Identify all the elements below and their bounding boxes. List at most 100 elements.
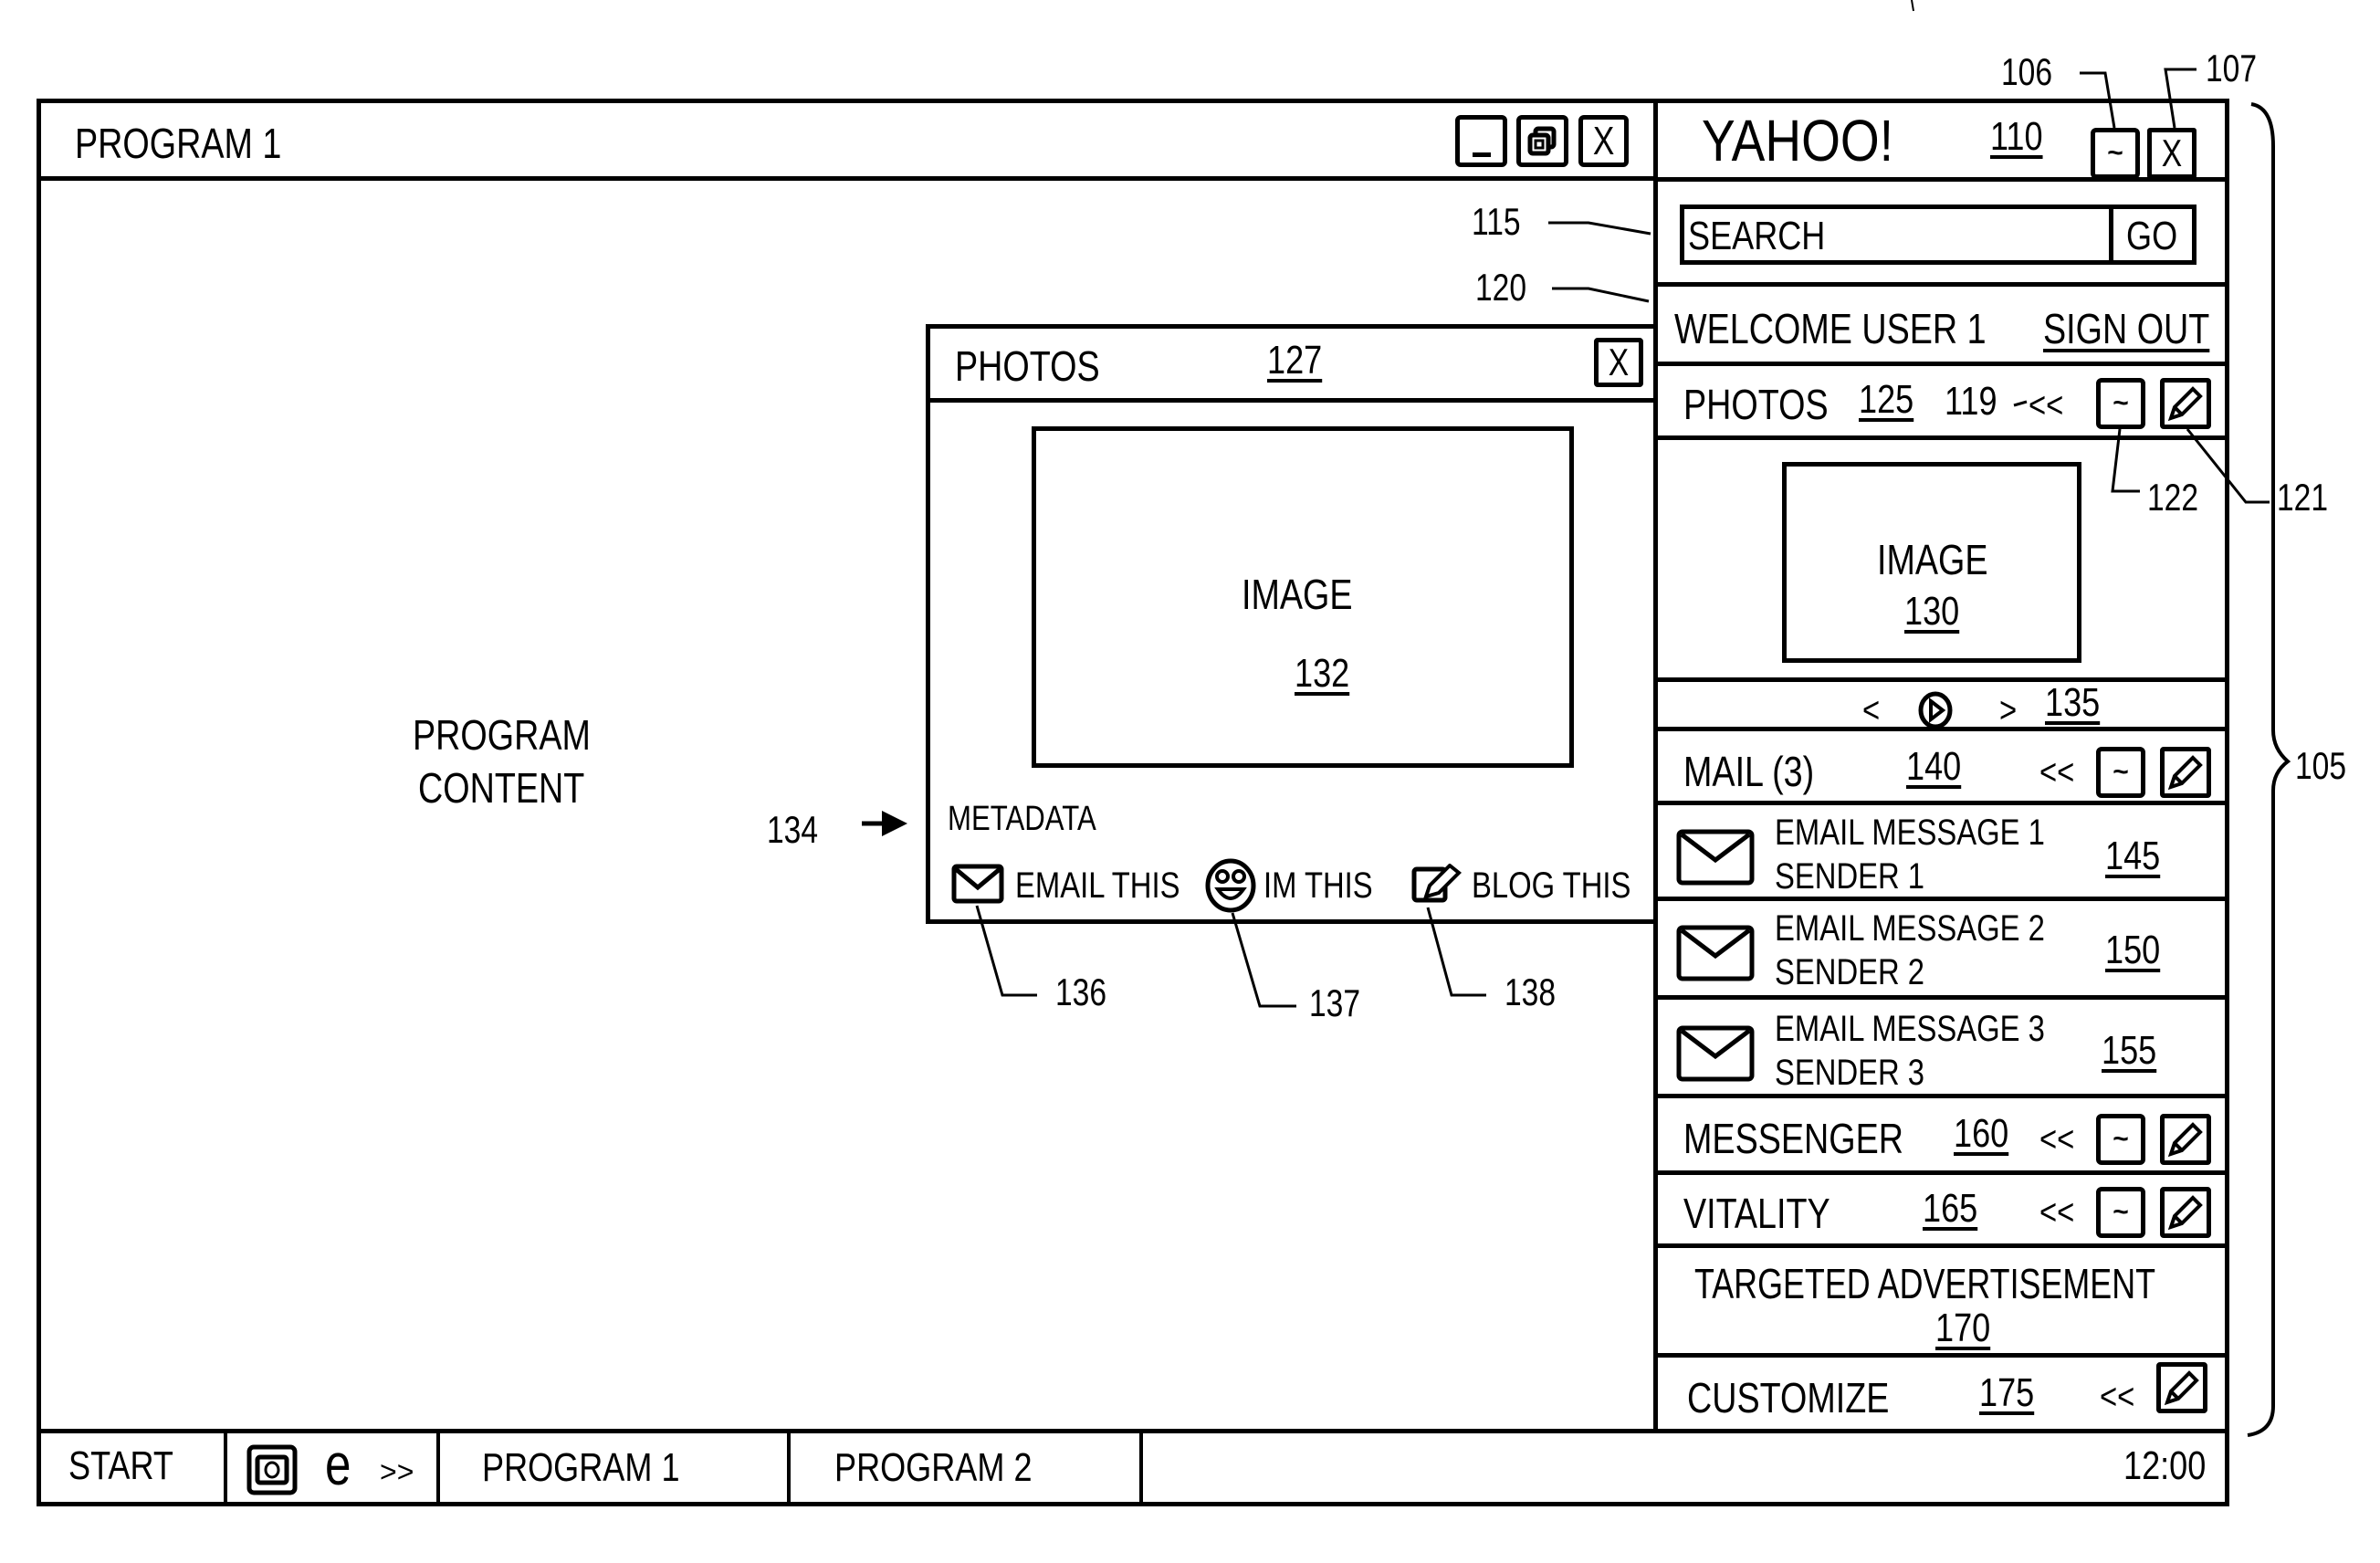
customize-module-title: CUSTOMIZE — [1687, 1374, 1890, 1421]
go-label: GO — [2126, 214, 2178, 258]
vitality-collapse-button[interactable]: << — [2039, 1194, 2074, 1231]
sidebar-brand-divider — [1653, 177, 2229, 182]
pencil-icon — [2167, 1122, 2203, 1158]
customize-module-ref: 175 — [1979, 1370, 2035, 1415]
search-input[interactable]: SEARCH — [1680, 205, 2113, 265]
envelope-icon — [1676, 1025, 1755, 1082]
search-placeholder: SEARCH — [1688, 214, 1826, 258]
taskbar-clock: 12:00 — [2123, 1443, 2207, 1488]
photos-edit-button[interactable] — [2160, 378, 2211, 429]
email-ref: 150 — [2105, 928, 2161, 972]
customize-edit-button[interactable] — [2156, 1362, 2207, 1413]
smiley-icon — [1205, 858, 1256, 913]
mail-module-ref: 140 — [1906, 744, 1962, 789]
mail-collapse-button[interactable]: << — [2039, 754, 2074, 791]
photos-header-divider — [1653, 435, 2229, 440]
email-ref: 155 — [2102, 1028, 2157, 1073]
sidebar-close-button[interactable]: X — [2147, 128, 2197, 179]
photos-popup-ref: 127 — [1267, 338, 1323, 383]
email-this-action[interactable]: EMAIL THIS — [951, 862, 1180, 907]
email-this-label: EMAIL THIS — [1015, 865, 1180, 906]
ref-138: 138 — [1505, 970, 1557, 1013]
messenger-module-ref: 160 — [1954, 1111, 2009, 1156]
sign-out-link[interactable]: SIGN OUT — [2043, 308, 2209, 350]
ref-105: 105 — [2295, 744, 2347, 787]
email-sender: SENDER 2 — [1775, 952, 1925, 992]
photos-popup-metadata: METADATA — [948, 800, 1096, 838]
minimize-icon: ~ — [2113, 1124, 2129, 1154]
messenger-minimize-button[interactable]: ~ — [2096, 1114, 2145, 1165]
mail-module-title: MAIL (3) — [1683, 748, 1815, 795]
minimize-icon: ~ — [2113, 757, 2129, 787]
play-icon[interactable] — [1917, 690, 1957, 730]
restore-icon — [1527, 126, 1556, 155]
taskbar-divider — [224, 1433, 227, 1503]
sidebar-brand: YAHOO! — [1702, 108, 1894, 173]
start-label: START — [68, 1443, 173, 1488]
browser-icon[interactable]: e — [325, 1435, 351, 1494]
program-content-line1: PROGRAM — [413, 711, 591, 759]
program-minimize-button[interactable] — [1455, 115, 1507, 167]
email-subject: EMAIL MESSAGE 3 — [1775, 1009, 2045, 1049]
welcome-text: WELCOME USER 1 — [1674, 305, 1987, 352]
photos-module-title: PHOTOS — [1683, 381, 1829, 428]
sidebar-welcome-divider — [1653, 362, 2229, 366]
photos-popup-image-label: IMAGE — [1242, 571, 1353, 618]
email-sender: SENDER 3 — [1775, 1053, 1925, 1093]
desktop-icon[interactable] — [246, 1444, 298, 1495]
minimize-icon: ~ — [2107, 138, 2123, 168]
messenger-edit-button[interactable] — [2160, 1114, 2211, 1165]
ref-134: 134 — [767, 808, 819, 851]
vitality-module-title: VITALITY — [1683, 1190, 1830, 1237]
ref-107: 107 — [2206, 47, 2258, 89]
close-icon: X — [2161, 131, 2183, 174]
photos-collapse-button[interactable]: << — [2029, 387, 2063, 424]
mail-edit-button[interactable] — [2160, 747, 2211, 798]
photos-popup-close-button[interactable]: X — [1594, 338, 1643, 387]
sidebar-minimize-button[interactable]: ~ — [2091, 128, 2140, 179]
advertisement-title: TARGETED ADVERTISEMENT — [1694, 1260, 2156, 1307]
pencil-icon — [2167, 1195, 2203, 1231]
customize-collapse-button[interactable]: << — [2100, 1379, 2134, 1415]
targeted-advertisement[interactable]: TARGETED ADVERTISEMENT 170 — [1658, 1248, 2226, 1354]
search-go-button[interactable]: GO — [2109, 205, 2197, 265]
email-message-2[interactable]: EMAIL MESSAGE 2 SENDER 2 150 — [1658, 901, 2226, 996]
taskbar-program-1[interactable]: PROGRAM 1 — [440, 1433, 787, 1502]
start-button[interactable]: START — [41, 1433, 224, 1502]
advertisement-divider — [1653, 1353, 2229, 1358]
vitality-module-ref: 165 — [1923, 1186, 1978, 1231]
taskbar-divider — [1139, 1433, 1143, 1503]
program-restore-button[interactable] — [1516, 115, 1568, 167]
edit-icon — [1411, 864, 1462, 903]
envelope-icon — [951, 864, 1004, 904]
quicklaunch-more-button[interactable]: >> — [380, 1457, 414, 1486]
photos-image-divider — [1653, 677, 2229, 682]
blog-this-action[interactable]: BLOG THIS — [1411, 862, 1649, 907]
photos-nav-divider — [1653, 727, 2229, 731]
messenger-divider — [1653, 1170, 2229, 1175]
mail-bottom-divider — [1653, 1094, 2229, 1098]
sidebar-search-divider — [1653, 282, 2229, 287]
envelope-icon — [1676, 925, 1755, 981]
minimize-icon: ~ — [2113, 388, 2129, 418]
ref-121: 121 — [2277, 476, 2329, 519]
email-message-1[interactable]: EMAIL MESSAGE 1 SENDER 1 145 — [1658, 805, 2226, 897]
photos-next-button[interactable]: > — [1999, 692, 2017, 729]
vitality-minimize-button[interactable]: ~ — [2096, 1187, 2145, 1238]
vitality-edit-button[interactable] — [2160, 1187, 2211, 1238]
messenger-collapse-button[interactable]: << — [2039, 1121, 2074, 1158]
taskbar-program-2[interactable]: PROGRAM 2 — [791, 1433, 1139, 1502]
photos-popup-image-ref: 132 — [1295, 651, 1350, 696]
mail-minimize-button[interactable]: ~ — [2096, 747, 2145, 798]
brace-105 — [2247, 102, 2291, 1437]
close-icon: X — [1592, 118, 1615, 163]
photos-prev-button[interactable]: < — [1862, 692, 1880, 729]
ref-136: 136 — [1055, 970, 1107, 1013]
email-message-3[interactable]: EMAIL MESSAGE 3 SENDER 3 155 — [1658, 1000, 2226, 1095]
program-close-button[interactable]: X — [1578, 115, 1629, 167]
im-this-label: IM THIS — [1263, 865, 1373, 906]
email-subject: EMAIL MESSAGE 1 — [1775, 813, 2045, 853]
sidebar-left-border — [1653, 99, 1658, 1433]
im-this-action[interactable]: IM THIS — [1205, 858, 1388, 913]
photos-minimize-button[interactable]: ~ — [2096, 378, 2145, 429]
